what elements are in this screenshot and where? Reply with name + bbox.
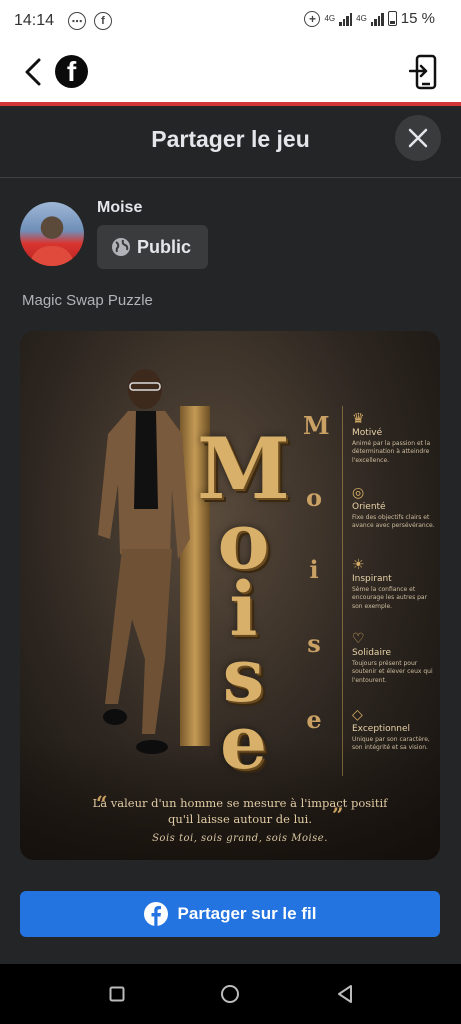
- game-name: Magic Swap Puzzle: [22, 292, 153, 309]
- trait-title: Orienté: [352, 502, 386, 512]
- facebook-notification-icon: f: [94, 12, 112, 30]
- home-button[interactable]: [218, 982, 242, 1006]
- share-sheet: Partager le jeu Moise Public Magic Swap …: [0, 106, 461, 964]
- network-type-1: 4G: [324, 14, 336, 23]
- trait-desc: Animé par la passion et la détermination…: [352, 440, 431, 464]
- quote-text: La valeur d'un homme se mesure à l'impac…: [92, 796, 388, 826]
- chevron-left-icon: [25, 58, 41, 86]
- trait-desc: Toujours présent pour soutenir et élever…: [352, 660, 433, 684]
- side-divider: [342, 406, 343, 776]
- system-back-button[interactable]: [333, 982, 357, 1006]
- trait-motive: ♛ Motivé Animé par la passion et la déte…: [352, 411, 438, 465]
- close-icon: [408, 128, 428, 148]
- side-letter: i: [309, 555, 319, 584]
- messenger-notification-icon: ⋯: [68, 12, 86, 30]
- quote-block: La valeur d'un homme se mesure à l'impac…: [90, 796, 390, 844]
- avatar: [20, 202, 84, 266]
- sheet-divider: [0, 177, 461, 178]
- sign-in-button[interactable]: [408, 54, 439, 90]
- circle-icon: [221, 985, 239, 1003]
- trait-desc: Unique par son caractère, son intégrité …: [352, 736, 430, 752]
- privacy-label: Public: [137, 236, 192, 257]
- side-letter: M: [303, 411, 330, 440]
- sign-in-icon: [408, 54, 437, 90]
- trait-solidaire: ♡ Solidaire Toujours présent pour souten…: [352, 631, 438, 685]
- square-icon: [109, 986, 125, 1002]
- back-button[interactable]: [18, 56, 48, 88]
- system-nav-bar: [0, 964, 461, 1024]
- game-preview-image: M o i s e M o i s e ♛ Motivé Animé par l…: [20, 331, 440, 860]
- battery-icon: [387, 11, 397, 26]
- facebook-icon: [143, 902, 168, 926]
- target-icon: ◎: [352, 484, 365, 500]
- logo-letter: f: [66, 56, 77, 87]
- share-button-label: Partager sur le fil: [177, 904, 317, 923]
- status-right: + 4G 4G 15 %: [304, 10, 435, 27]
- notification-icons: ⋯ f: [68, 12, 112, 30]
- heart-hands-icon: ♡: [352, 630, 365, 646]
- recents-button[interactable]: [105, 982, 129, 1006]
- data-saver-icon: +: [304, 10, 321, 27]
- crown-icon: ♛: [352, 410, 365, 426]
- trait-title: Solidaire: [352, 648, 391, 658]
- big-name-letters: M o i s e: [197, 427, 290, 786]
- share-to-feed-button[interactable]: Partager sur le fil: [20, 891, 440, 937]
- person-figure: [98, 369, 190, 754]
- signature-text: Sois toi, sois grand, sois Moise.: [152, 833, 328, 845]
- status-time: 14:14: [14, 12, 55, 29]
- trait-desc: Sème la confiance et encourage les autre…: [352, 586, 428, 610]
- big-letter: e: [219, 699, 268, 786]
- diamond-icon: ◇: [352, 706, 363, 722]
- lightbulb-icon: ☀: [352, 556, 365, 572]
- battery-level: 15 %: [400, 10, 435, 27]
- app-header: f: [0, 42, 461, 102]
- side-letter: e: [306, 705, 322, 734]
- sheet-title: Partager le jeu: [151, 126, 310, 152]
- privacy-selector-button[interactable]: Public: [97, 225, 208, 269]
- status-bar: 14:14 ⋯ f + 4G 4G 15 %: [0, 0, 461, 42]
- trait-title: Motivé: [352, 428, 383, 438]
- trait-inspirant: ☀ Inspirant Sème la confiance et encoura…: [352, 557, 438, 611]
- side-letter: o: [305, 483, 322, 512]
- trait-desc: Fixe des objectifs clairs et avance avec…: [352, 514, 435, 530]
- signal-icon-1: [339, 12, 353, 26]
- side-letter: s: [307, 629, 321, 658]
- user-name: Moise: [97, 199, 143, 216]
- network-type-2: 4G: [356, 14, 367, 23]
- trait-title: Exceptionnel: [352, 724, 411, 734]
- close-button[interactable]: [395, 115, 441, 161]
- facebook-logo[interactable]: f: [55, 55, 88, 88]
- triangle-back-icon: [338, 985, 352, 1003]
- globe-icon: [112, 238, 130, 256]
- trait-title: Inspirant: [352, 574, 392, 584]
- signal-icon-2: [370, 12, 384, 26]
- trait-exceptionnel: ◇ Exceptionnel Unique par son caractère,…: [352, 707, 438, 753]
- trait-oriente: ◎ Orienté Fixe des objectifs clairs et a…: [352, 485, 438, 531]
